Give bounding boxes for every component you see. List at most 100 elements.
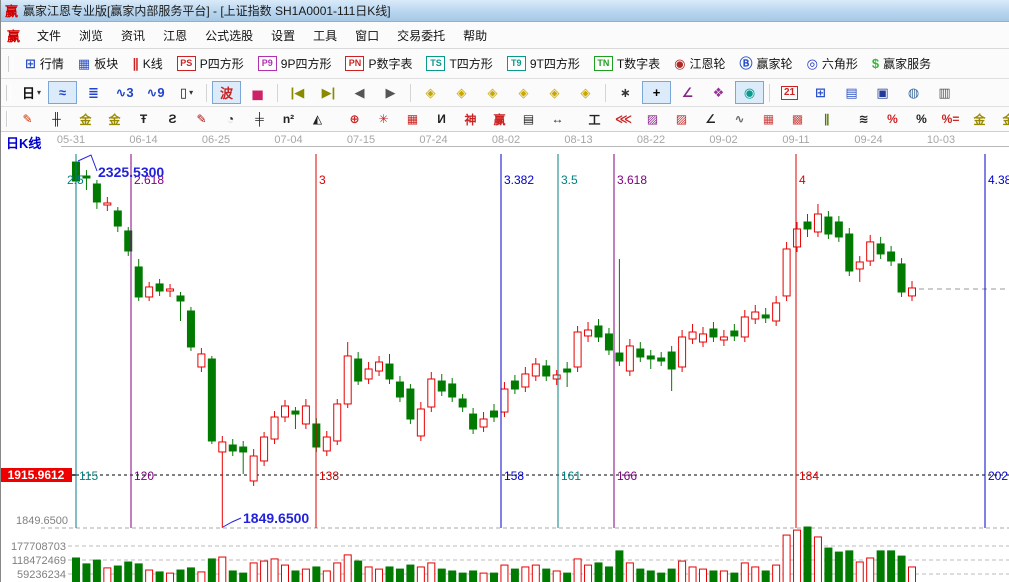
- shen-tool-button[interactable]: 神: [457, 109, 484, 130]
- fence-button[interactable]: ╫: [43, 109, 70, 130]
- toolbar-button-9p-square[interactable]: P99P四方形: [251, 53, 339, 74]
- winner-service-icon: $: [872, 57, 879, 71]
- step-forward-button[interactable]: ▶: [376, 81, 405, 104]
- gann-count-label: 115: [79, 469, 98, 483]
- wave-9-button[interactable]: ∿9: [141, 81, 170, 104]
- zigzag-button[interactable]: И: [428, 109, 455, 130]
- stat-list-button[interactable]: ≋: [850, 109, 877, 130]
- hexagon-label: 六角形: [822, 55, 858, 72]
- network-button[interactable]: ◍: [899, 81, 928, 104]
- menu-item-5[interactable]: 设置: [262, 24, 304, 47]
- hand-tool-button[interactable]: ∗: [611, 81, 640, 104]
- number-grid-button[interactable]: ▤: [515, 109, 542, 130]
- title-bar[interactable]: 赢 赢家江恩专业版[赢家内部服务平台] - [上证指数 SH1A0001-111…: [1, 0, 1009, 22]
- menu-item-6[interactable]: 工具: [304, 24, 346, 47]
- gann-diamond-6-button[interactable]: ◈: [571, 81, 600, 104]
- candle-body-down: [396, 382, 403, 397]
- skip-last-button[interactable]: ▶|: [314, 81, 343, 104]
- gann-diamond-1-button[interactable]: ◈: [416, 81, 445, 104]
- triangle-tool-button[interactable]: ◭: [304, 109, 331, 130]
- grid-fence-button[interactable]: ╪: [246, 109, 273, 130]
- gann-star-button[interactable]: ✳: [370, 109, 397, 130]
- smart-tool-button[interactable]: ◉: [735, 81, 764, 104]
- period-selector-button[interactable]: 日▾: [17, 81, 46, 104]
- beam-tool-button[interactable]: 工: [581, 109, 608, 130]
- gann-diamond-3-button[interactable]: ◈: [478, 81, 507, 104]
- trend-angle-button[interactable]: ∠: [697, 109, 724, 130]
- quote-list-button[interactable]: ≣: [79, 81, 108, 104]
- spiral-button[interactable]: Ƨ: [159, 109, 186, 130]
- toolbar-button-kline[interactable]: ∥K线: [125, 53, 170, 74]
- gold-grid-1-button[interactable]: 金: [72, 109, 99, 130]
- toolbar-button-winner-service[interactable]: $赢家服务: [865, 53, 938, 74]
- wave-3-button[interactable]: ∿3: [110, 81, 139, 104]
- notes-button[interactable]: ▤: [837, 81, 866, 104]
- calculator-button[interactable]: ⊞: [806, 81, 835, 104]
- toolbar-button-sectors[interactable]: ▦板块: [71, 53, 125, 74]
- gann-circle-button[interactable]: ⊕: [341, 109, 368, 130]
- candle-style-button[interactable]: ▯▾: [172, 81, 201, 104]
- menu-item-7[interactable]: 窗口: [346, 24, 388, 47]
- menu-item-1[interactable]: 浏览: [70, 24, 112, 47]
- gold-grid-2-button[interactable]: 金: [101, 109, 128, 130]
- curve-mode-button[interactable]: ≈: [48, 81, 77, 104]
- gann-diamond-2-button[interactable]: ◈: [447, 81, 476, 104]
- gold-circle-button[interactable]: 金: [966, 109, 993, 130]
- menu-item-8[interactable]: 交易委托: [388, 24, 454, 47]
- toolbar-button-t-number-table[interactable]: TNT数字表: [587, 53, 667, 74]
- toolbar-button-9t-square[interactable]: T99T四方形: [500, 53, 587, 74]
- span-tool-button[interactable]: ↔: [544, 109, 571, 130]
- gift-tool-button[interactable]: ❖: [704, 81, 733, 104]
- kline-chart[interactable]: 05-3106-1406-2507-0407-1507-2408-0208-13…: [1, 132, 1009, 582]
- percent-tool-button[interactable]: %: [908, 109, 935, 130]
- t-tool-button[interactable]: Ŧ: [130, 109, 157, 130]
- wave-tool-button[interactable]: 波: [212, 81, 241, 104]
- toolbar-button-gann-wheel[interactable]: ◉江恩轮: [667, 53, 732, 74]
- toolbar-button-market-quotes[interactable]: ⊞行情: [18, 53, 71, 74]
- volume-bar-down: [658, 573, 665, 582]
- n-square-button[interactable]: n²: [275, 109, 302, 130]
- toolbar-button-p-square[interactable]: PSP四方形: [170, 53, 251, 74]
- toolbar-button-winner-wheel[interactable]: Ⓑ赢家轮: [733, 53, 800, 74]
- percent-line-button[interactable]: %: [879, 109, 906, 130]
- menu-item-2[interactable]: 资讯: [112, 24, 154, 47]
- step-back-button[interactable]: ◀: [345, 81, 374, 104]
- skip-first-button[interactable]: |◀: [283, 81, 312, 104]
- menu-item-9[interactable]: 帮助: [454, 24, 496, 47]
- gold-line-button[interactable]: 金: [995, 109, 1009, 130]
- menu-item-3[interactable]: 江恩: [154, 24, 196, 47]
- volume-bar-up: [689, 567, 696, 582]
- ying-tool-button[interactable]: 赢: [486, 109, 513, 130]
- toolbar-grip[interactable]: [6, 85, 11, 101]
- menu-item-0[interactable]: 文件: [28, 24, 70, 47]
- angle-tool-button[interactable]: ∠: [673, 81, 702, 104]
- gann-diamond-5-button[interactable]: ◈: [540, 81, 569, 104]
- box-fan-1-button[interactable]: ▨: [639, 109, 666, 130]
- toolbar-grip[interactable]: [8, 56, 13, 72]
- save-button[interactable]: ▣: [868, 81, 897, 104]
- time-cycle-button[interactable]: ◔: [217, 109, 244, 130]
- volume-bar-up: [365, 567, 372, 582]
- toolbar-grip[interactable]: [6, 111, 8, 127]
- histogram-tool-button[interactable]: ▅: [243, 81, 272, 104]
- gann-grid-button[interactable]: ▦: [399, 109, 426, 130]
- menu-item-4[interactable]: 公式选股: [196, 24, 262, 47]
- price-grid-1-button[interactable]: ▦: [755, 109, 782, 130]
- brush-button[interactable]: ✎: [14, 109, 41, 130]
- toolbar-button-p-number-table[interactable]: PNP数字表: [338, 53, 419, 74]
- calendar-button[interactable]: 21: [775, 81, 804, 104]
- fan-lines-button[interactable]: ⋘: [610, 109, 637, 130]
- crosshair-tool-button[interactable]: +: [642, 81, 671, 104]
- wave-line-button[interactable]: ∿: [726, 109, 753, 130]
- price-grid-2-button[interactable]: ▩: [784, 109, 811, 130]
- gann-diamond-4-button[interactable]: ◈: [509, 81, 538, 104]
- percent-levels-button[interactable]: %=: [937, 109, 964, 130]
- toolbar-button-hexagon[interactable]: ◎六角形: [800, 53, 865, 74]
- parallel-lines-button[interactable]: ∥: [813, 109, 840, 130]
- sectors-icon: ▦: [78, 57, 90, 71]
- red-pen-button[interactable]: ✎: [188, 109, 215, 130]
- box-fan-2-button[interactable]: ▨: [668, 109, 695, 130]
- volume-bar-down: [313, 567, 320, 582]
- workstation-button[interactable]: ▥: [930, 81, 959, 104]
- toolbar-button-t-square[interactable]: TST四方形: [419, 53, 499, 74]
